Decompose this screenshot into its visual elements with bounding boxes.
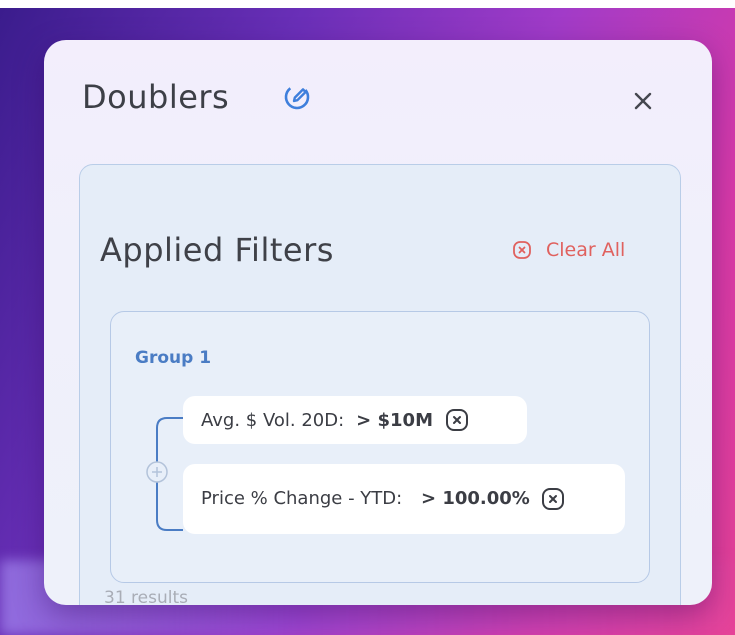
dialog-title: Doublers: [82, 78, 230, 116]
filter-condition: Avg. $ Vol. 20D: > $10M: [183, 396, 527, 444]
results-count: 31 results: [104, 588, 188, 605]
top-strip: [0, 0, 735, 8]
applied-filters-title: Applied Filters: [100, 231, 334, 269]
close-icon[interactable]: [630, 88, 656, 114]
clear-circle-icon: [513, 241, 531, 259]
clear-all-label: Clear All: [546, 239, 626, 261]
remove-condition-icon[interactable]: [445, 408, 469, 432]
edit-icon[interactable]: [282, 82, 312, 112]
condition-label: Price % Change - YTD:: [201, 488, 403, 509]
group-title: Group 1: [135, 348, 212, 368]
filter-condition: Price % Change - YTD: > 100.00%: [183, 464, 625, 534]
filter-group: Group 1 Avg. $ Vol. 20D: > $10M Price % …: [110, 311, 650, 583]
clear-all-button[interactable]: Clear All: [512, 239, 625, 261]
remove-condition-icon[interactable]: [541, 487, 565, 511]
condition-value: > 100.00%: [421, 488, 530, 509]
condition-value: > $10M: [356, 409, 433, 431]
applied-filters-section: Applied Filters Clear All Group 1 Avg. $…: [79, 164, 681, 605]
doublers-dialog: Doublers Applied Filters Clear All Group…: [44, 40, 712, 605]
condition-label: Avg. $ Vol. 20D:: [201, 409, 345, 431]
